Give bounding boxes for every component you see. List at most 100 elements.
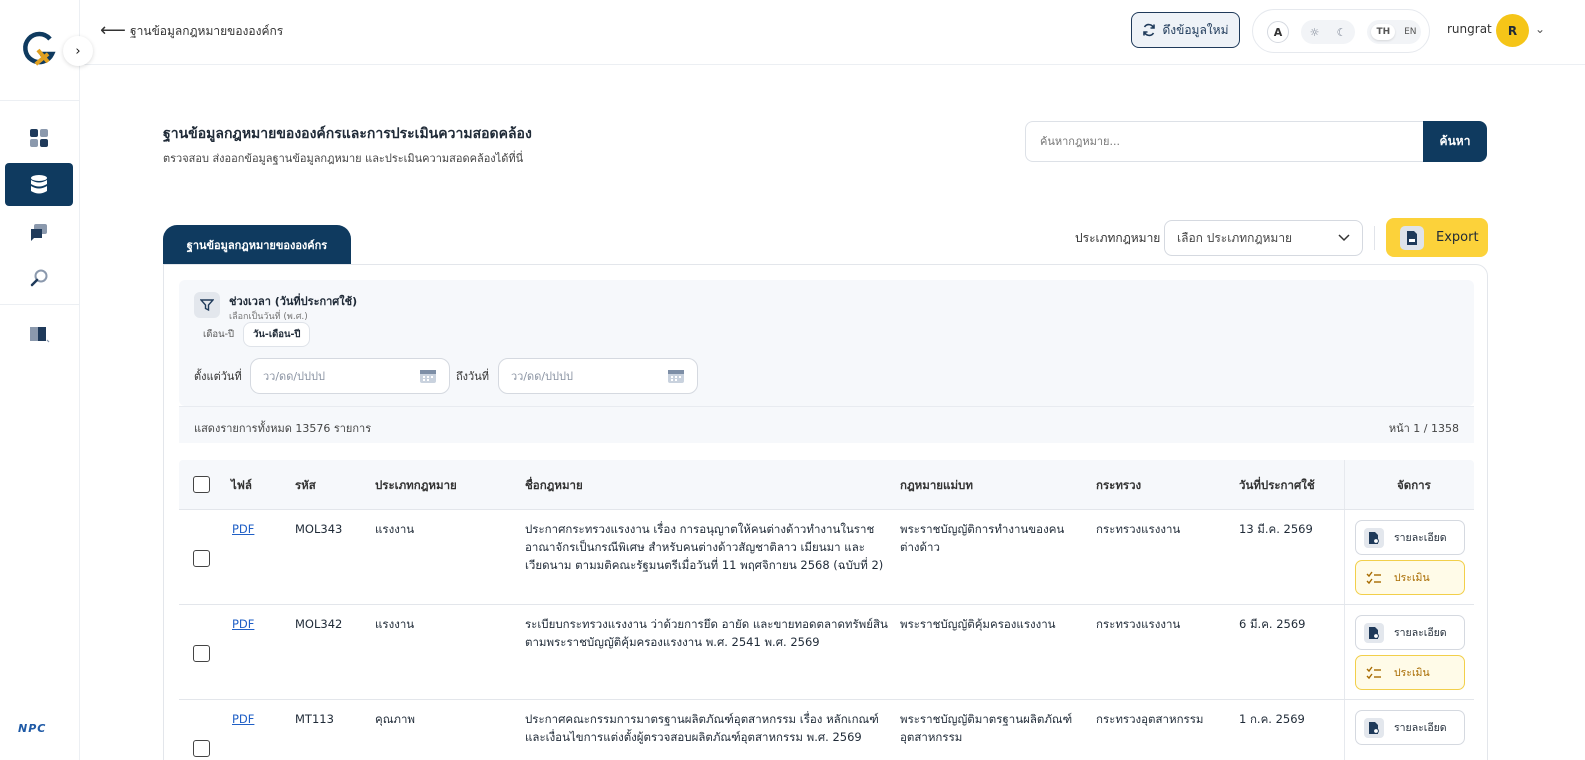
- avatar[interactable]: R: [1496, 14, 1529, 47]
- lang-th-option[interactable]: TH: [1371, 24, 1396, 40]
- sidebar: › NPC: [0, 0, 93, 760]
- page-title: ฐานข้อมูลกฎหมายขององค์กรและการประเมินควา…: [163, 126, 532, 142]
- law-name-line: เวียดนาม ตามมติคณะรัฐมนตรีเมื่อวันที่ 11…: [525, 558, 884, 572]
- sidebar-toggle-button[interactable]: ›: [63, 36, 93, 66]
- law-code: MOL343: [295, 522, 343, 536]
- checklist-icon: [1364, 568, 1384, 588]
- col-code[interactable]: รหัส: [295, 477, 316, 495]
- document-view-icon: [1364, 527, 1384, 548]
- law-name: ประกาศคณะกรรมการมาตรฐานผลิตภัณฑ์อุตสาหกร…: [525, 710, 879, 746]
- law-name-line: ตามพระราชบัญญัติคุ้มครองแรงงาน พ.ศ. 2541…: [525, 635, 820, 649]
- parent-law: พระราชบัญญัติมาตรฐานผลิตภัณฑ์ อุตสาหกรรม: [900, 710, 1072, 746]
- pdf-link[interactable]: PDF: [232, 520, 254, 538]
- theme-toggle[interactable]: ☼ ☾: [1301, 20, 1355, 44]
- seg-day-month-year[interactable]: วัน-เดือน-ปี: [243, 321, 311, 347]
- sidebar-item-library[interactable]: [5, 312, 73, 355]
- calendar-icon: [668, 370, 684, 383]
- law-type: แรงงาน: [375, 617, 415, 631]
- law-code: MT113: [295, 712, 334, 726]
- sidebar-item-dashboard[interactable]: [5, 116, 73, 159]
- file-export-icon: [1400, 225, 1424, 250]
- law-type: แรงงาน: [375, 522, 415, 536]
- parent-law-line: พระราชบัญญัติการทำงานของคน: [900, 522, 1065, 536]
- divider: [1374, 226, 1375, 250]
- refresh-data-button[interactable]: ดึงข้อมูลใหม่: [1131, 12, 1240, 48]
- ministry: กระทรวงอุตสาหกรรม: [1096, 712, 1204, 726]
- col-parent-law[interactable]: กฎหมายแม่บท: [900, 477, 973, 495]
- assess-label: ประเมิน: [1394, 572, 1430, 584]
- font-size-toggle[interactable]: A: [1267, 21, 1289, 43]
- search-input[interactable]: [1025, 121, 1424, 162]
- row-checkbox[interactable]: [193, 550, 210, 567]
- search-button[interactable]: ค้นหา: [1423, 121, 1487, 162]
- law-code: MOL342: [295, 617, 343, 631]
- col-manage: จัดการ: [1397, 478, 1431, 492]
- detail-label: รายละเอียด: [1394, 532, 1447, 544]
- detail-button[interactable]: รายละเอียด: [1355, 615, 1465, 650]
- chevron-right-icon: ›: [75, 43, 81, 59]
- sidebar-divider: [0, 304, 80, 305]
- page-subtitle: ตรวจสอบ ส่งออกข้อมูลฐานข้อมูลกฎหมาย และป…: [163, 152, 524, 165]
- user-name[interactable]: rungrat: [1447, 22, 1492, 36]
- dashboard-icon: [30, 128, 48, 147]
- document-view-icon: [1364, 717, 1384, 738]
- sidebar-item-search[interactable]: [5, 256, 73, 299]
- to-date-label: ถึงวันที่: [456, 370, 489, 383]
- law-type-select[interactable]: เลือก ประเภทกฎหมาย: [1164, 220, 1363, 256]
- to-date-input[interactable]: วว/ดด/ปปปป: [498, 358, 698, 394]
- ministry: กระทรวงแรงงาน: [1096, 522, 1181, 536]
- assess-button[interactable]: ประเมิน: [1355, 655, 1465, 690]
- col-type[interactable]: ประเภทกฎหมาย: [375, 477, 457, 495]
- refresh-label: ดึงข้อมูลใหม่: [1162, 22, 1229, 37]
- parent-law-line: พระราชบัญญัติมาตรฐานผลิตภัณฑ์: [900, 712, 1073, 726]
- col-file[interactable]: ไฟล์: [231, 477, 252, 495]
- law-type-select-value: เลือก ประเภทกฎหมาย: [1177, 230, 1293, 245]
- select-all-checkbox[interactable]: [193, 476, 210, 493]
- law-type: คุณภาพ: [375, 712, 415, 726]
- sidebar-item-database[interactable]: [5, 163, 73, 206]
- result-summary: แสดงรายการทั้งหมด 13576 รายการ หน้า 1 / …: [179, 406, 1474, 443]
- law-name-line: ระเบียบกระทรวงแรงงาน ว่าด้วยการยึด อายัด…: [525, 617, 888, 631]
- language-toggle[interactable]: TH EN: [1367, 20, 1421, 44]
- tab-organization-laws[interactable]: ฐานข้อมูลกฎหมายขององค์กร: [163, 225, 351, 265]
- chevron-down-icon: [1338, 234, 1350, 242]
- pdf-link[interactable]: PDF: [232, 615, 254, 633]
- seg-month-year[interactable]: เดือน-ปี: [194, 323, 243, 346]
- col-announce-date[interactable]: วันที่ประกาศใช้: [1239, 477, 1315, 495]
- table-header: ไฟล์ รหัส ประเภทกฎหมาย ชื่อกฎหมาย กฎหมาย…: [179, 460, 1474, 510]
- document-view-icon: [1364, 622, 1384, 643]
- col-ministry[interactable]: กระทรวง: [1096, 477, 1141, 495]
- app-logo[interactable]: [20, 30, 58, 68]
- law-name-line: และเงื่อนไขการแต่งตั้งผู้ตรวจสอบผลิตภัณฑ…: [525, 730, 862, 744]
- row-checkbox[interactable]: [193, 740, 210, 757]
- chevron-down-icon[interactable]: ⌄: [1535, 22, 1545, 36]
- parent-law: พระราชบัญญัติการทำงานของคน ต่างด้าว: [900, 520, 1064, 556]
- database-icon: [31, 174, 47, 193]
- book-icon: [30, 326, 50, 342]
- to-date-placeholder: วว/ดด/ปปปป: [511, 370, 573, 383]
- back-arrow-icon[interactable]: ⟵: [100, 20, 126, 41]
- col-name[interactable]: ชื่อกฎหมาย: [525, 477, 583, 495]
- breadcrumb: ฐานข้อมูลกฎหมายขององค์กร: [130, 24, 284, 38]
- calendar-icon: [420, 370, 436, 383]
- lang-en-option[interactable]: EN: [1404, 27, 1416, 37]
- period-mode-switch: เดือน-ปี วัน-เดือน-ปี: [194, 321, 324, 347]
- row-checkbox[interactable]: [193, 645, 210, 662]
- export-button[interactable]: Export: [1386, 218, 1488, 257]
- law-database-card: ช่วงเวลา (วันที่ประกาศใช้) เลือกเป็นวันท…: [163, 264, 1488, 760]
- sidebar-item-chat[interactable]: [5, 210, 73, 253]
- from-date-placeholder: วว/ดด/ปปปป: [263, 370, 325, 383]
- parent-law-line: อุตสาหกรรม: [900, 730, 963, 744]
- assess-button[interactable]: ประเมิน: [1355, 560, 1465, 595]
- detail-button[interactable]: รายละเอียด: [1355, 710, 1465, 745]
- pdf-link[interactable]: PDF: [232, 710, 254, 728]
- ministry: กระทรวงแรงงาน: [1096, 617, 1181, 631]
- column-divider: [1344, 700, 1345, 760]
- table-row: PDF MT113 คุณภาพ ประกาศคณะกรรมการมาตรฐาน…: [179, 700, 1474, 760]
- from-date-input[interactable]: วว/ดด/ปปปป: [250, 358, 450, 394]
- moon-icon: ☾: [1336, 25, 1347, 39]
- law-name: ประกาศกระทรวงแรงงาน เรื่อง การอนุญาตให้ค…: [525, 520, 883, 574]
- period-filter-panel: ช่วงเวลา (วันที่ประกาศใช้) เลือกเป็นวันท…: [179, 280, 1474, 406]
- detail-button[interactable]: รายละเอียด: [1355, 520, 1465, 555]
- period-title: ช่วงเวลา (วันที่ประกาศใช้): [229, 295, 358, 308]
